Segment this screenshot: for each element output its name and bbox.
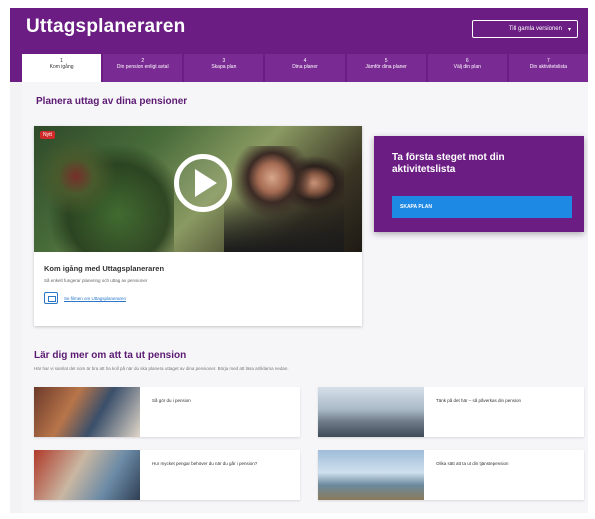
play-button[interactable]: [174, 154, 232, 212]
video-thumbnail-foliage: [34, 126, 174, 252]
video-link[interactable]: Se filmen om Uttagsplaneraren: [64, 296, 126, 301]
article-card[interactable]: Hur mycket pengar behöver du när du går …: [34, 450, 300, 500]
film-icon: [44, 292, 58, 304]
section-title: Planera uttag av dina pensioner: [36, 96, 188, 107]
new-badge: Nytt: [40, 131, 55, 139]
app-header: Uttagsplaneraren Till gamla versionen ▾ …: [10, 8, 588, 82]
tab-label: Jämför dina planer: [365, 64, 407, 70]
tab-label: Kom igång: [49, 64, 74, 70]
article-thumbnail: [318, 387, 424, 437]
tab-aktivitetslista[interactable]: 7 Din aktivitetslista: [508, 54, 588, 82]
tab-jamfor-planer[interactable]: 5 Jämför dina planer: [346, 54, 426, 82]
chevron-down-icon: ▾: [567, 26, 571, 33]
article-card[interactable]: Olika sätt att ta ut din tjänstepension: [318, 450, 584, 500]
video-description: Så enkelt fungerar planering och uttag a…: [44, 278, 148, 283]
video-card: Nytt Kom igång med Uttagsplaneraren Så e…: [34, 126, 362, 326]
tab-valj-plan[interactable]: 6 Välj din plan: [427, 54, 507, 82]
article-title: Olika sätt att ta ut din tjänstepension: [436, 461, 509, 466]
tab-skapa-plan[interactable]: 3 Skapa plan: [184, 54, 264, 82]
tab-din-pension[interactable]: 2 Din pension enligt avtal: [103, 54, 183, 82]
article-title: Hur mycket pengar behöver du när du går …: [152, 461, 258, 466]
video-player[interactable]: Nytt: [34, 126, 362, 252]
first-step-title: Ta första steget mot din aktivitetslista: [392, 152, 505, 175]
play-icon: [195, 169, 217, 197]
tab-label: Välj din plan: [453, 64, 481, 70]
main-content: Planera uttag av dina pensioner Nytt Kom…: [22, 82, 588, 513]
tab-label: Dina planer: [292, 64, 318, 70]
app-title: Uttagsplaneraren: [26, 16, 186, 37]
article-title: Så gör du i pension: [152, 398, 191, 403]
version-dropdown[interactable]: Till gamla versionen ▾: [472, 20, 578, 38]
tab-dina-planer[interactable]: 4 Dina planer: [265, 54, 345, 82]
step-tabs: 1 Kom igång 2 Din pension enligt avtal 3 Sk…: [22, 54, 588, 82]
tab-kom-igang[interactable]: 1 Kom igång: [22, 54, 102, 82]
article-thumbnail: [34, 387, 140, 437]
create-plan-button[interactable]: SKAPA PLAN: [392, 196, 572, 218]
tab-label: Skapa plan: [211, 64, 237, 70]
learn-more-subtitle: Här har vi samlat det som är bra att ha …: [34, 366, 289, 371]
learn-more-title: Lär dig mer om att ta ut pension: [34, 350, 187, 361]
video-title: Kom igång med Uttagsplaneraren: [44, 264, 165, 273]
article-card[interactable]: Tänk på det här – så påverkas din pensio…: [318, 387, 584, 437]
version-dropdown-label: Till gamla versionen: [508, 26, 562, 32]
app-window: Uttagsplaneraren Till gamla versionen ▾ …: [10, 8, 588, 513]
article-title: Tänk på det här – så påverkas din pensio…: [436, 398, 522, 403]
first-step-card: Ta första steget mot din aktivitetslista…: [374, 136, 584, 232]
video-thumbnail-people: [224, 146, 344, 252]
article-thumbnail: [34, 450, 140, 500]
tab-label: Din pension enligt avtal: [116, 64, 169, 70]
tab-label: Din aktivitetslista: [529, 64, 568, 70]
article-card[interactable]: Så gör du i pension: [34, 387, 300, 437]
article-thumbnail: [318, 450, 424, 500]
